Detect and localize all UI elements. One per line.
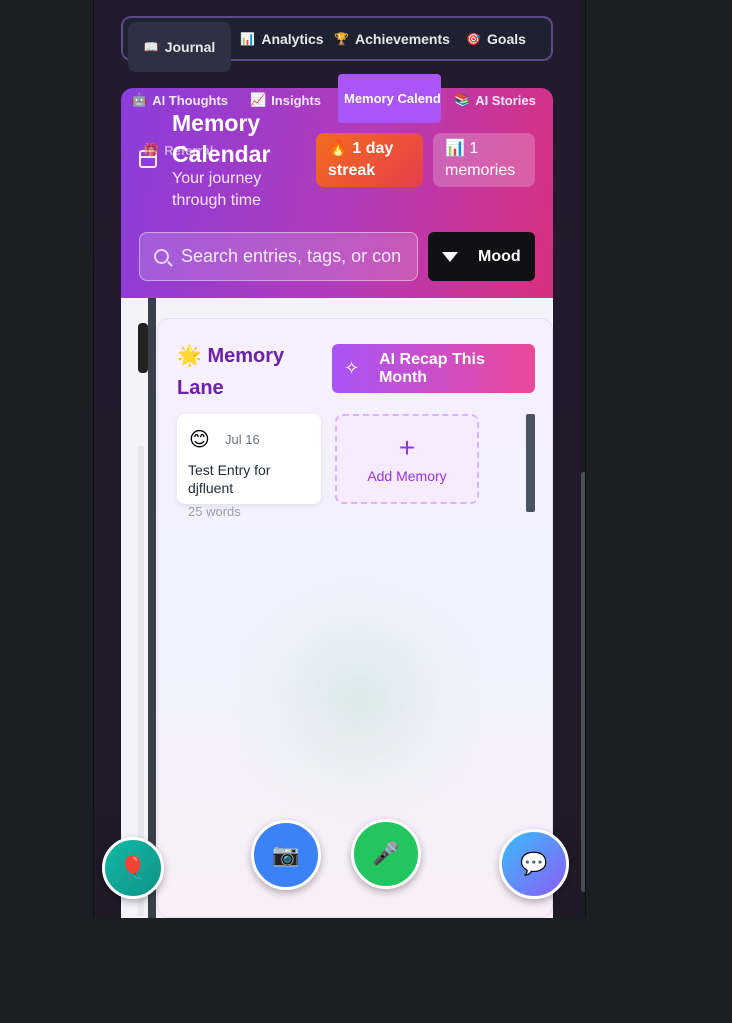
memories-badge: 📊 1 memories xyxy=(433,133,535,187)
tab-insights[interactable]: 📈 Insights xyxy=(250,88,321,112)
content-panel: 🌟 Memory Lane ✧ AI Recap This Month 😊 Ju… xyxy=(121,298,553,918)
tab-label: Memory Calendar xyxy=(344,91,441,106)
tab-label: Achievements xyxy=(355,30,450,47)
memory-lane-card: 🌟 Memory Lane ✧ AI Recap This Month 😊 Ju… xyxy=(157,318,553,918)
tab-referral[interactable]: 🎁 Referral xyxy=(143,138,213,162)
background-glow xyxy=(218,569,498,829)
add-memory-button[interactable]: + Add Memory xyxy=(335,414,479,504)
camera-icon: 📷 xyxy=(272,842,300,867)
trend-icon: 📈 xyxy=(250,92,267,107)
camera-button[interactable]: 📷 xyxy=(251,820,321,890)
tab-achievements[interactable]: 🏆 Achievements xyxy=(333,18,451,59)
entry-word-count: 25 words xyxy=(188,504,241,519)
mood-label: Mood xyxy=(478,247,521,265)
tab-label: Goals xyxy=(487,30,526,47)
side-divider xyxy=(148,298,156,918)
chat-bubble-icon: 💬 xyxy=(520,851,548,876)
microphone-icon: 🎤 xyxy=(372,841,400,866)
tab-label: AI Thoughts xyxy=(152,92,229,108)
sparkle-icon: ✧ xyxy=(344,358,360,378)
scrollbar-thumb[interactable] xyxy=(581,472,585,892)
plus-icon: + xyxy=(398,432,416,463)
robot-icon: 🤖 xyxy=(131,92,148,107)
main-tab-bar: 📖 Journal 📊 Analytics 🏆 Achievements 🎯 G… xyxy=(121,16,553,72)
tab-label: Journal xyxy=(164,39,216,55)
search-input[interactable] xyxy=(181,246,401,267)
sub-tab-bar: 🤖 AI Thoughts 📈 Insights 🗓️ Memory Calen… xyxy=(121,74,553,158)
mood-emoji-icon: 😊 xyxy=(189,429,210,451)
search-icon xyxy=(154,249,169,264)
mood-filter-button[interactable]: Mood xyxy=(428,232,535,281)
memory-lane-title: 🌟 Memory Lane xyxy=(177,345,285,399)
ai-recap-button[interactable]: ✧ AI Recap This Month xyxy=(332,344,535,393)
target-icon: 🎯 xyxy=(466,31,482,46)
tab-ai-thoughts[interactable]: 🤖 AI Thoughts xyxy=(131,88,228,112)
trophy-icon: 🏆 xyxy=(334,31,349,46)
filter-icon xyxy=(442,251,458,262)
book-icon: 📖 xyxy=(143,40,159,54)
scroll-indicator[interactable] xyxy=(526,414,535,512)
tab-label: Insights xyxy=(271,92,322,108)
recap-label: AI Recap This Month xyxy=(379,350,485,386)
chat-button[interactable]: 💬 xyxy=(499,829,569,899)
chart-icon: 📊 xyxy=(240,31,256,46)
tab-goals[interactable]: 🎯 Goals xyxy=(461,18,531,59)
tab-label: AI Stories xyxy=(475,92,536,108)
add-memory-label: Add Memory xyxy=(367,468,447,484)
entry-title: Test Entry for djfluent xyxy=(188,462,271,496)
voice-record-button[interactable]: 🎤 xyxy=(351,819,421,889)
memory-entry-card[interactable]: 😊 Jul 16 Test Entry for djfluent xyxy=(177,414,321,504)
page-scrollbar[interactable] xyxy=(580,0,585,918)
app-frame: 📖 Journal 📊 Analytics 🏆 Achievements 🎯 G… xyxy=(93,0,586,918)
tab-analytics[interactable]: 📊 Analytics xyxy=(237,18,327,59)
streak-badge: 🔥 1 day streak xyxy=(316,133,423,187)
entry-date: Jul 16 xyxy=(225,432,260,447)
search-box xyxy=(139,232,418,281)
page-subtitle: Your journey through time xyxy=(172,170,262,209)
gift-icon: 🎁 xyxy=(143,142,160,157)
tab-journal[interactable]: 📖 Journal xyxy=(128,22,231,72)
panel-edge xyxy=(138,323,148,373)
memory-calendar-header: Memory Calendar Your journey through tim… xyxy=(121,88,553,298)
books-icon: 📚 xyxy=(454,92,471,107)
tab-ai-stories[interactable]: 📚 AI Stories xyxy=(454,88,536,112)
balloon-button[interactable]: 🎈 xyxy=(102,837,164,899)
tab-memory-calendar[interactable]: 🗓️ Memory Calendar xyxy=(338,74,441,123)
tab-label: Analytics xyxy=(261,30,324,47)
tab-label: Referral xyxy=(164,142,214,158)
balloon-icon: 🎈 xyxy=(119,855,147,880)
